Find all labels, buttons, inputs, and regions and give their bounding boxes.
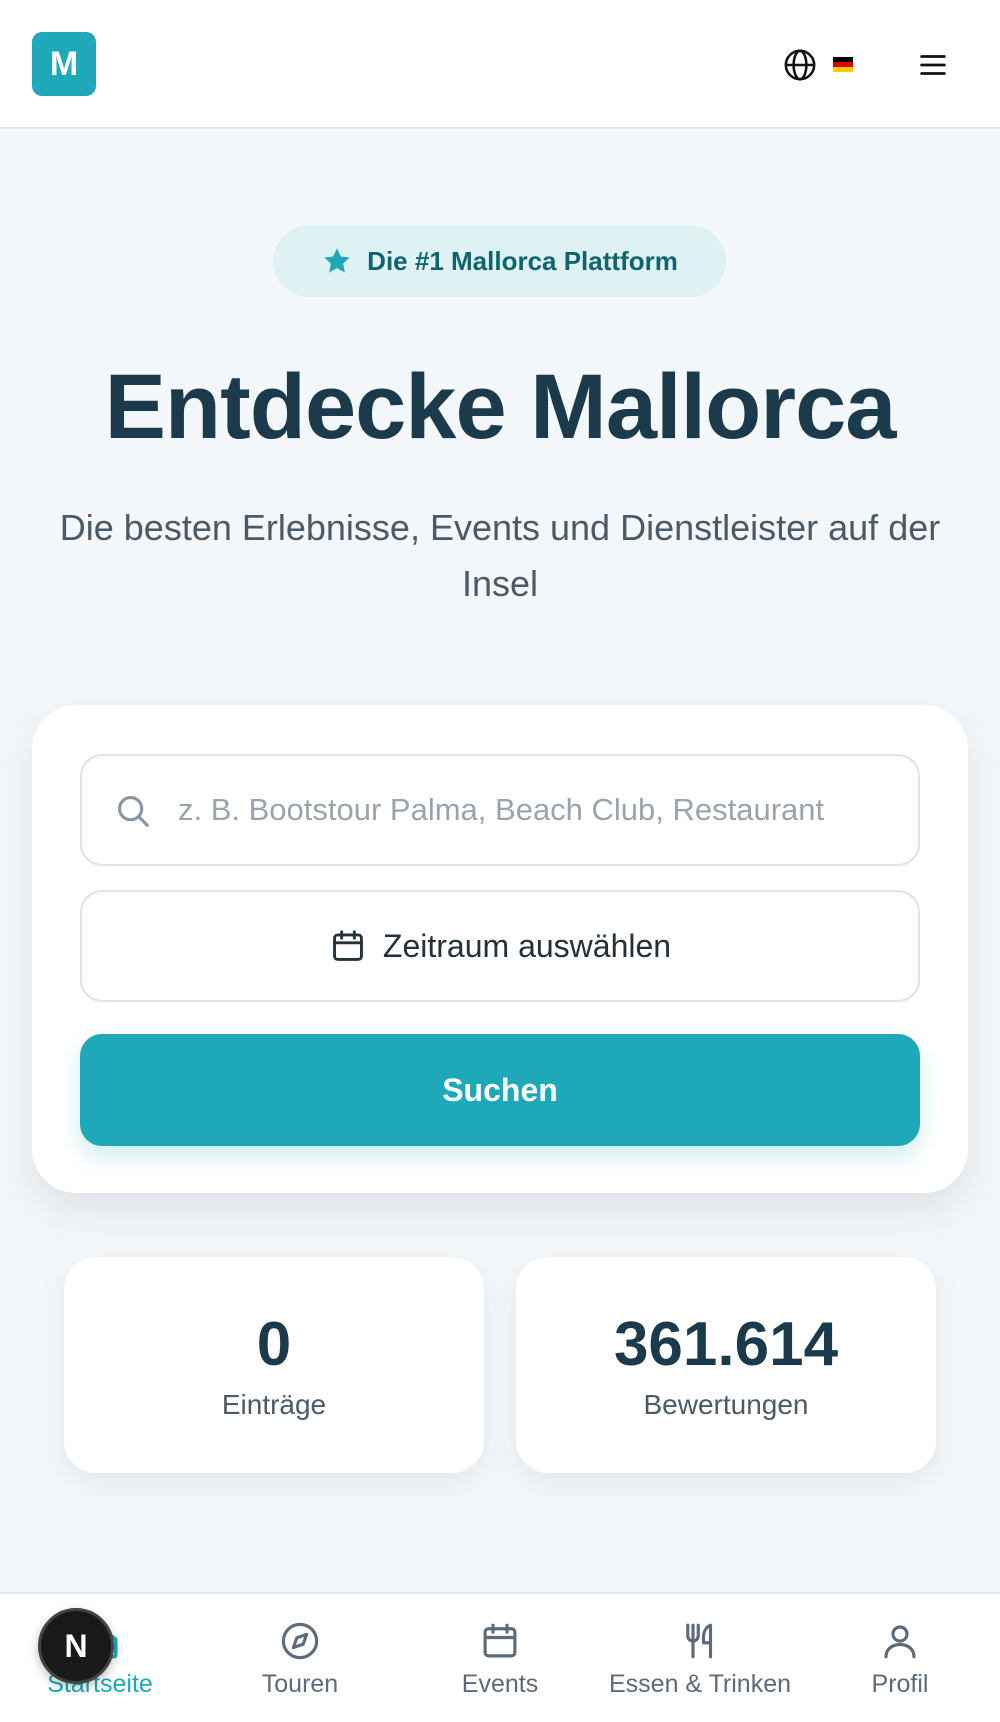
- hero-badge-label: Die #1 Mallorca Plattform: [367, 245, 678, 276]
- date-range-button[interactable]: Zeitraum auswählen: [80, 890, 920, 1002]
- search-input[interactable]: [178, 756, 898, 864]
- globe-icon[interactable]: [783, 48, 817, 82]
- stat-value: 361.614: [613, 1310, 839, 1379]
- calendar-icon: [333, 930, 363, 961]
- compass-icon: [281, 1622, 319, 1660]
- search-field[interactable]: [80, 754, 920, 866]
- nav-item-label: Essen & Trinken: [608, 1670, 792, 1698]
- bottom-nav: Startseite Touren Events Essen & Trinken…: [0, 1592, 1000, 1722]
- utensils-icon: [686, 1623, 713, 1659]
- search-button[interactable]: Suchen: [80, 1034, 920, 1146]
- dev-tools-badge[interactable]: N: [38, 1608, 114, 1684]
- stat-card-reviews: 361.614 Bewertungen: [516, 1257, 936, 1473]
- page-subtitle: Die besten Erlebnisse, Events und Dienst…: [59, 507, 941, 604]
- nav-item-touren[interactable]: Touren: [200, 1594, 400, 1722]
- user-icon: [884, 1625, 916, 1659]
- hero-badge: Die #1 Mallorca Plattform: [273, 225, 726, 297]
- logo[interactable]: M: [32, 32, 96, 96]
- nav-item-events[interactable]: Events: [400, 1594, 600, 1722]
- nav-item-label: Touren: [261, 1670, 339, 1698]
- top-header: M: [0, 0, 1000, 129]
- stat-card-entries: 0 Einträge: [64, 1257, 484, 1473]
- search-icon: [117, 795, 149, 827]
- calendar-icon: [483, 1623, 517, 1658]
- stat-label: Einträge: [221, 1389, 327, 1420]
- star-icon: [324, 248, 350, 273]
- date-range-label: Zeitraum auswählen: [382, 927, 672, 964]
- nav-item-label: Profil: [871, 1670, 929, 1698]
- nav-item-essen-trinken[interactable]: Essen & Trinken: [600, 1594, 800, 1722]
- search-card: Zeitraum auswählen Suchen: [32, 705, 968, 1193]
- stat-label: Bewertungen: [643, 1389, 809, 1420]
- nav-item-profil[interactable]: Profil: [800, 1594, 1000, 1722]
- flag-de-icon[interactable]: [833, 57, 853, 72]
- page-title: Entdecke Mallorca: [104, 356, 897, 458]
- stat-value: 0: [256, 1310, 292, 1379]
- nav-item-label: Events: [461, 1670, 539, 1698]
- menu-icon[interactable]: [916, 48, 950, 82]
